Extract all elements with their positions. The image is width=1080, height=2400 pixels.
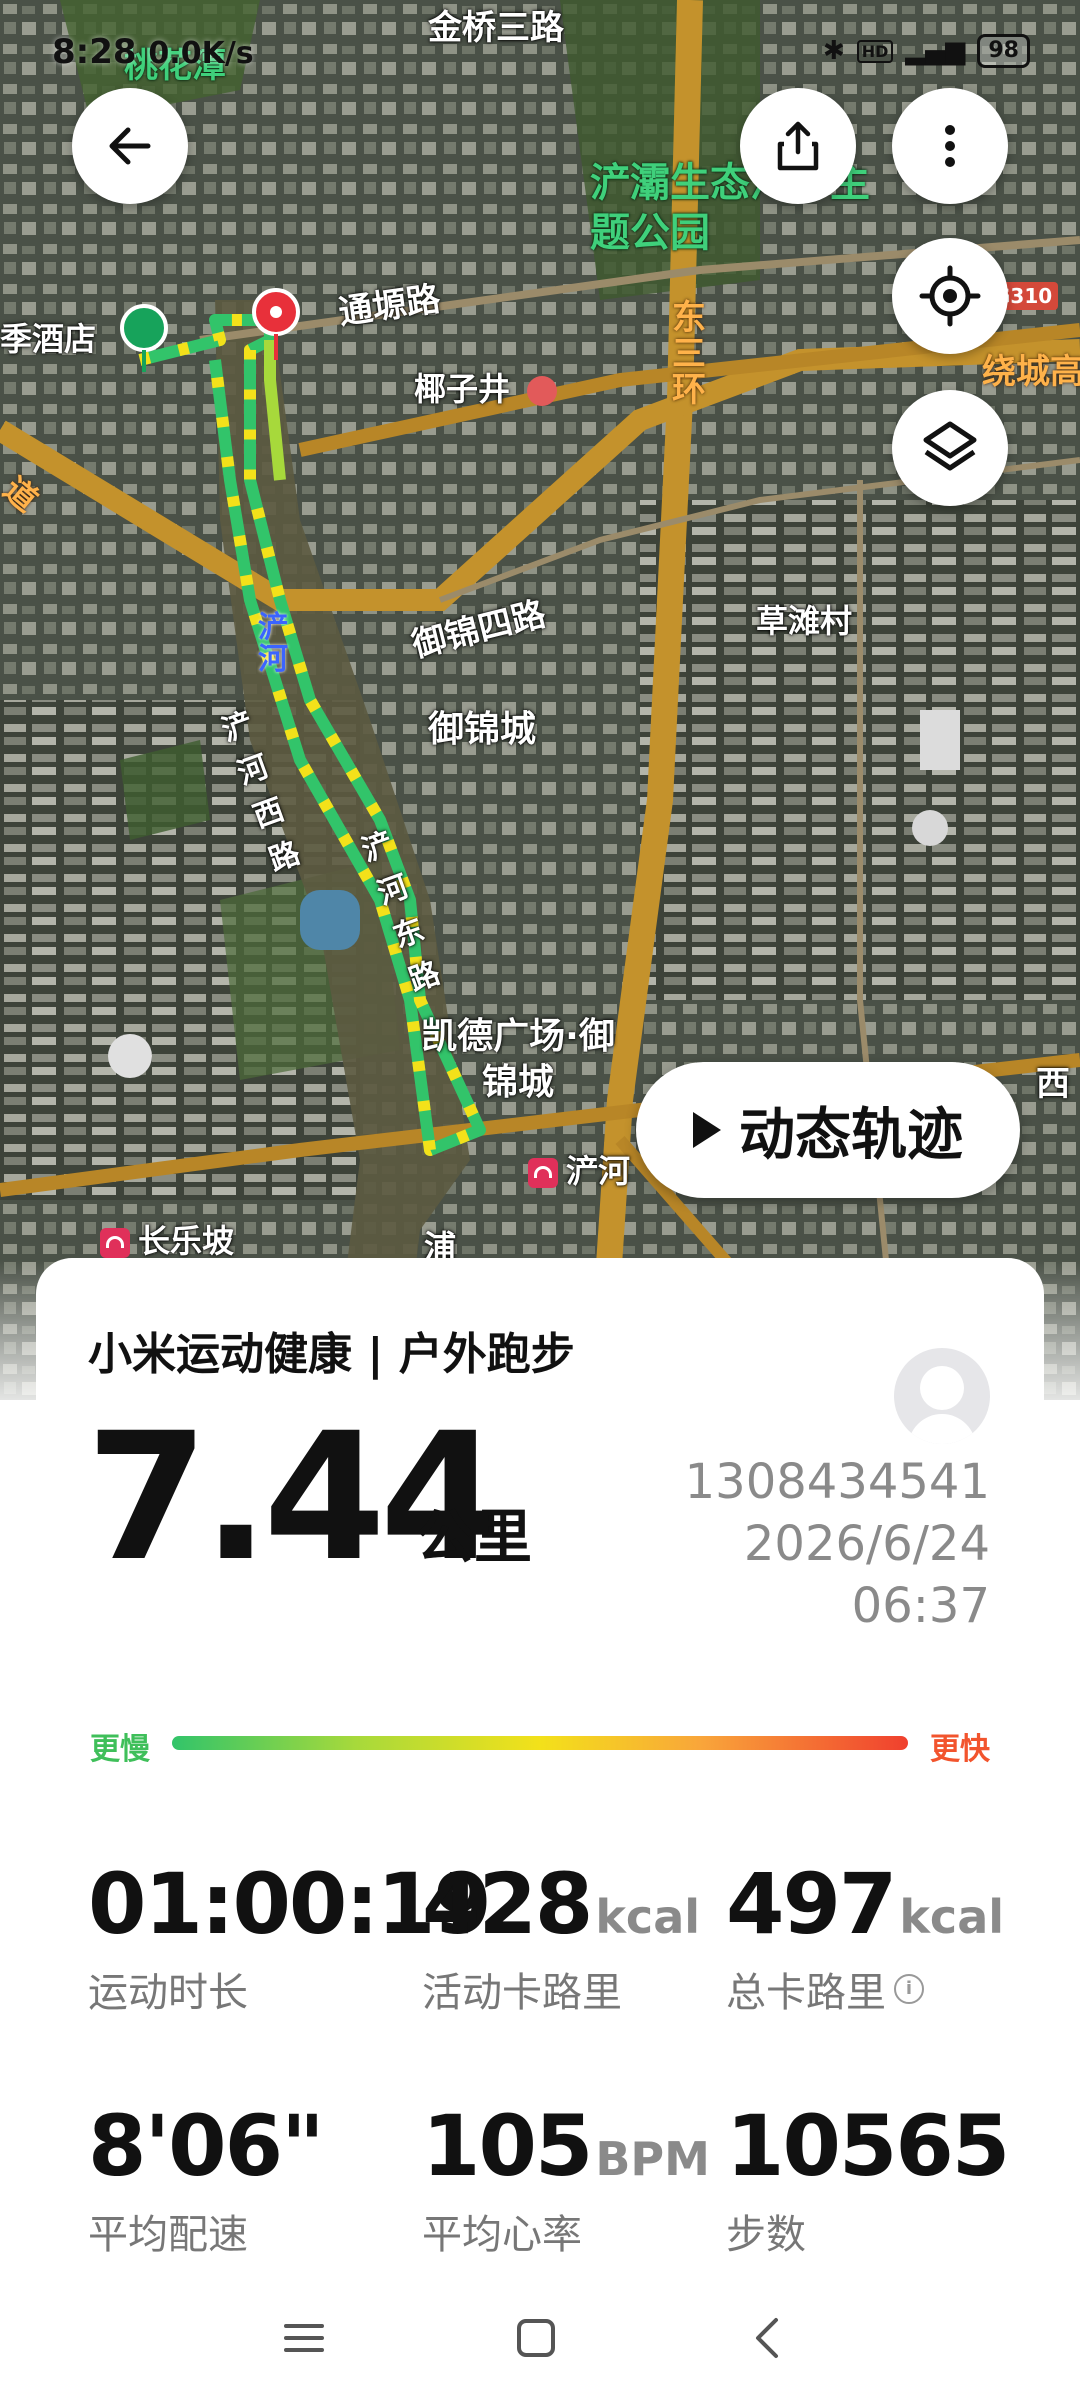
stat-duration: 01:00:19 运动时长: [88, 1855, 492, 2018]
card-title: 小米运动健康 | 户外跑步: [88, 1329, 575, 1380]
share-button[interactable]: [740, 88, 856, 204]
poi-icon: [527, 376, 558, 406]
workout-summary-card: 小米运动健康 | 户外跑步 7.44 公里 1308434541 2026/6/…: [36, 1258, 1044, 2278]
back-button[interactable]: [72, 88, 188, 204]
map-label-dongsanhuan: 东三环: [672, 298, 706, 410]
layers-icon: [923, 421, 977, 471]
stat-steps: 10565 步数: [726, 2104, 1046, 2260]
avatar-body: [908, 1414, 976, 1444]
avatar-head: [920, 1366, 964, 1410]
nav-home-button[interactable]: [506, 2308, 566, 2368]
metro-icon: [528, 1158, 558, 1188]
map-label-chanhe-river: 浐河: [258, 610, 288, 677]
stat-total-calories: 497kcal 总卡路里 i: [726, 1862, 1046, 2018]
dynamic-track-label: 动态轨迹: [739, 1102, 963, 1168]
avatar[interactable]: [894, 1348, 990, 1444]
metro-icon: [100, 1228, 130, 1258]
stat-value: 428kcal: [422, 1855, 701, 1953]
info-icon[interactable]: i: [894, 1974, 924, 2004]
faster-label: 更快: [930, 1732, 990, 1767]
workout-date: 2026/6/24: [743, 1516, 990, 1572]
dynamic-track-button[interactable]: 动态轨迹: [636, 1062, 1020, 1198]
system-nav-bar: [0, 2278, 1080, 2400]
locate-icon: [919, 265, 981, 327]
status-time: 8:28 0.0K/s: [52, 32, 254, 72]
stat-value: 8'06": [88, 2097, 325, 2195]
stat-label: 平均配速: [88, 2212, 248, 2258]
metro-changlepo: 长乐坡: [100, 1216, 234, 1262]
nav-menu-button[interactable]: [274, 2308, 334, 2368]
workout-time: 06:37: [851, 1578, 990, 1634]
stat-label: 平均心率: [422, 2212, 582, 2258]
distance-unit: 公里: [416, 1503, 533, 1571]
map-label-raocheng: 绕城高: [982, 352, 1080, 392]
battery-icon: 98: [977, 34, 1030, 68]
menu-icon: [284, 2324, 324, 2352]
more-button[interactable]: [892, 88, 1008, 204]
stat-avg-pace: 8'06" 平均配速: [88, 2104, 408, 2260]
nav-back-button[interactable]: [738, 2308, 798, 2368]
speed-gradient-bar: [172, 1736, 908, 1750]
layers-button[interactable]: [892, 390, 1008, 506]
stat-label: 总卡路里 i: [726, 1960, 1046, 2018]
hd-icon: HD: [856, 39, 894, 63]
stat-avg-heart-rate: 105BPM 平均心率: [422, 2104, 742, 2260]
stat-value: 10565: [726, 2097, 1010, 2195]
map-label-caotan: 草滩村: [756, 602, 853, 640]
map-label-hotel: 季酒店: [0, 320, 97, 358]
home-icon: [517, 2319, 555, 2357]
map-label-yezijing: 椰子井: [414, 364, 558, 410]
back-arrow-icon: [109, 127, 151, 165]
stat-value: 105BPM: [422, 2097, 710, 2195]
status-bar: 8:28 0.0K/s ✱ HD ▂▄▆ 98: [0, 22, 1080, 82]
user-id: 1308434541: [684, 1454, 990, 1510]
stat-active-calories: 428kcal 活动卡路里: [422, 1862, 742, 2018]
locate-button[interactable]: [892, 238, 1008, 354]
stat-label: 运动时长: [88, 1970, 248, 2016]
stat-label: 活动卡路里: [422, 1970, 622, 2016]
share-icon: [777, 121, 819, 171]
stat-value: 01:00:19: [88, 1855, 492, 1953]
signal-icon: ▂▄▆: [905, 36, 966, 66]
speed-legend: 更慢 更快: [90, 1724, 990, 1767]
stat-label: 步数: [726, 2212, 806, 2258]
bluetooth-icon: ✱: [822, 36, 845, 66]
map-label-xi: 西: [1036, 1064, 1070, 1104]
map-label-yujincheng: 御锦城: [428, 709, 537, 750]
stat-value: 497kcal: [726, 1855, 1005, 1953]
status-icons: ✱ HD ▂▄▆ 98: [823, 34, 1030, 68]
back-icon: [756, 2318, 778, 2358]
metro-chanhe: 浐河: [528, 1146, 630, 1192]
map-label-kaide: 凯德广场·御锦城: [421, 1016, 615, 1103]
slower-label: 更慢: [90, 1732, 150, 1767]
play-icon: [693, 1112, 721, 1148]
more-icon: [945, 125, 955, 167]
